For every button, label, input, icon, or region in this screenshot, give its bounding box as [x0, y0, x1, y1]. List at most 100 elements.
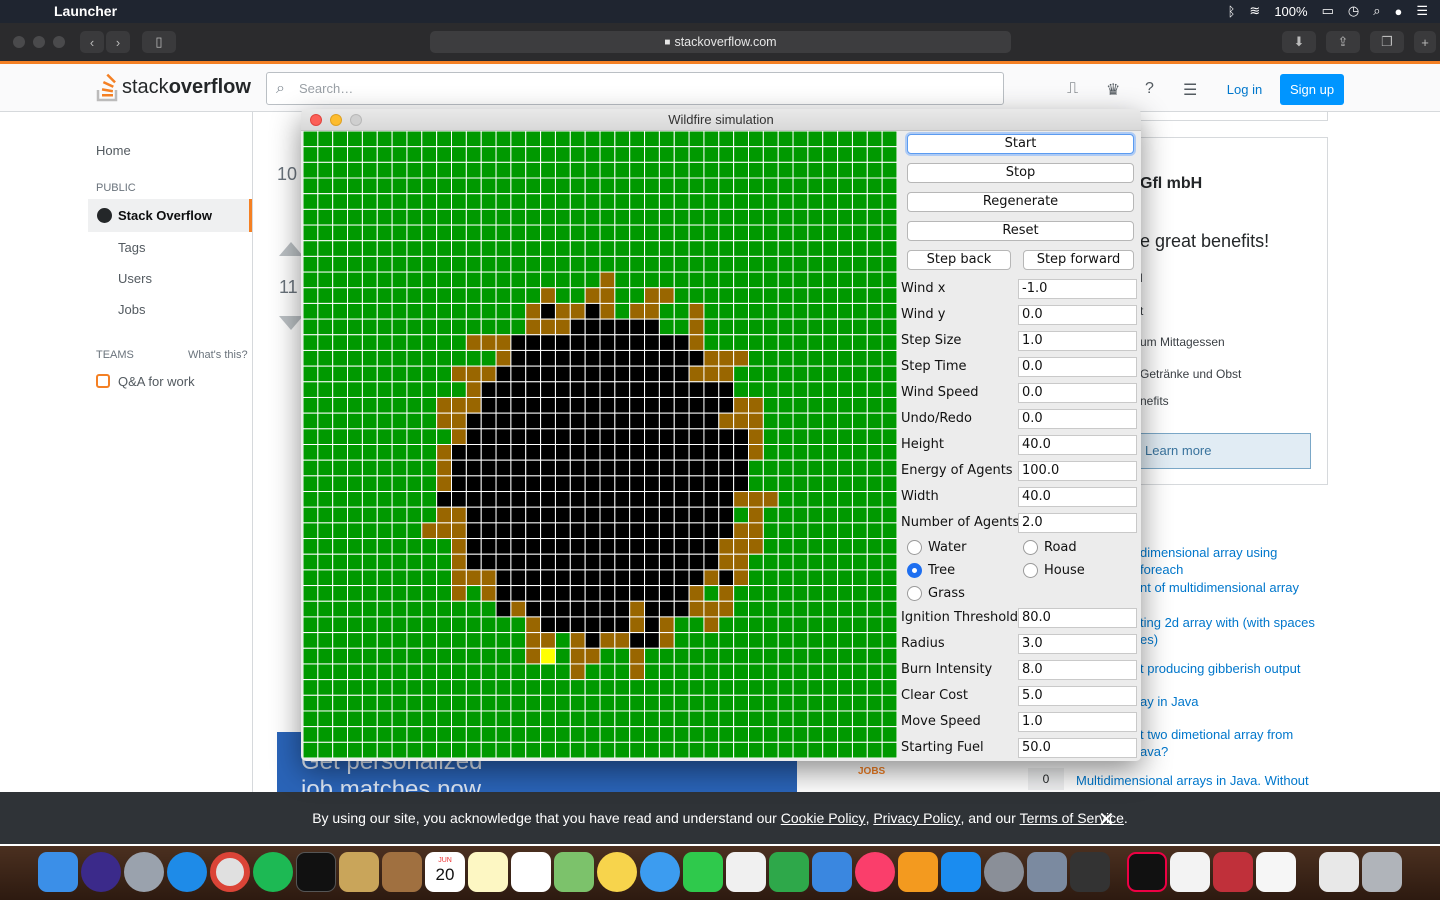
grid-cell-tree[interactable] — [777, 522, 794, 540]
grid-cell-burnt[interactable] — [644, 381, 660, 398]
grid-cell-burnt[interactable] — [525, 459, 542, 477]
grid-cell-tree[interactable] — [881, 131, 897, 148]
grid-cell-tree[interactable] — [748, 177, 764, 195]
grid-cell-tree[interactable] — [332, 255, 349, 273]
grid-cell-tree[interactable] — [792, 161, 809, 179]
grid-cell-tree[interactable] — [792, 396, 809, 414]
grid-cell-burnt[interactable] — [465, 459, 482, 477]
grid-cell-burnt[interactable] — [599, 491, 616, 508]
grid-cell-tree[interactable] — [451, 240, 467, 257]
image-capture-icon[interactable] — [1027, 852, 1067, 892]
grid-cell-tree[interactable] — [303, 349, 319, 367]
grid-cell-burning[interactable] — [658, 616, 675, 634]
grid-cell-tree[interactable] — [881, 428, 897, 446]
grid-cell-burnt[interactable] — [673, 365, 690, 383]
grid-cell-tree[interactable] — [792, 334, 809, 351]
grid-cell-tree[interactable] — [480, 318, 497, 336]
grid-cell-tree[interactable] — [421, 396, 438, 414]
grid-cell-tree[interactable] — [881, 491, 897, 508]
grid-cell-tree[interactable] — [718, 726, 735, 743]
grid-cell-burnt[interactable] — [599, 616, 616, 634]
grid-cell-tree[interactable] — [391, 694, 408, 712]
grid-cell-tree[interactable] — [361, 647, 378, 665]
grid-cell-burnt[interactable] — [703, 459, 720, 477]
wifi-icon[interactable]: ≋ — [1249, 3, 1260, 19]
close-button[interactable] — [310, 114, 322, 126]
grid-cell-tree[interactable] — [733, 741, 749, 758]
grid-cell-tree[interactable] — [303, 208, 319, 226]
grid-cell-tree[interactable] — [361, 193, 378, 210]
grid-cell-tree[interactable] — [822, 459, 839, 477]
grid-cell-burnt[interactable] — [554, 396, 571, 414]
grid-cell-tree[interactable] — [361, 741, 378, 758]
grid-cell-tree[interactable] — [807, 177, 824, 195]
grid-cell-tree[interactable] — [376, 146, 393, 163]
chrome-icon[interactable] — [210, 852, 250, 892]
grid-cell-burning[interactable] — [703, 569, 720, 587]
grid-cell-tree[interactable] — [421, 381, 438, 398]
grid-cell-tree[interactable] — [303, 240, 319, 257]
grid-cell-tree[interactable] — [303, 663, 319, 681]
grid-cell-tree[interactable] — [525, 193, 542, 210]
grid-cell-tree[interactable] — [361, 177, 378, 195]
grid-cell-tree[interactable] — [495, 146, 512, 163]
grid-cell-burnt[interactable] — [540, 334, 556, 351]
grid-cell-tree[interactable] — [866, 741, 883, 758]
grid-cell-tree[interactable] — [480, 647, 497, 665]
grid-cell-tree[interactable] — [614, 177, 631, 195]
grid-cell-tree[interactable] — [421, 318, 438, 336]
grid-cell-tree[interactable] — [391, 287, 408, 304]
grid-cell-tree[interactable] — [554, 131, 571, 148]
grid-cell-tree[interactable] — [317, 710, 334, 728]
grid-cell-tree[interactable] — [451, 302, 467, 320]
grid-cell-tree[interactable] — [347, 318, 363, 336]
grid-cell-tree[interactable] — [332, 302, 349, 320]
grid-cell-tree[interactable] — [718, 177, 735, 195]
grid-cell-tree[interactable] — [332, 334, 349, 351]
grid-cell-burnt[interactable] — [554, 522, 571, 540]
grid-cell-tree[interactable] — [644, 663, 660, 681]
grid-cell-tree[interactable] — [762, 381, 779, 398]
grid-cell-tree[interactable] — [807, 553, 824, 571]
grid-cell-tree[interactable] — [748, 459, 764, 477]
grid-cell-tree[interactable] — [733, 365, 749, 383]
grid-cell-tree[interactable] — [347, 444, 363, 461]
grid-cell-burnt[interactable] — [599, 444, 616, 461]
grid-cell-tree[interactable] — [376, 177, 393, 195]
grid-cell-burning[interactable] — [451, 522, 467, 540]
grid-cell-burnt[interactable] — [540, 381, 556, 398]
grid-cell-tree[interactable] — [525, 255, 542, 273]
grid-cell-burnt[interactable] — [495, 475, 512, 493]
grid-cell-tree[interactable] — [837, 240, 853, 257]
grid-cell-tree[interactable] — [361, 131, 378, 148]
grid-cell-tree[interactable] — [614, 647, 631, 665]
grid-cell-tree[interactable] — [718, 741, 735, 758]
grid-cell-tree[interactable] — [748, 726, 764, 743]
grid-cell-burnt[interactable] — [495, 428, 512, 446]
grid-cell-burning[interactable] — [569, 663, 586, 681]
grid-cell-tree[interactable] — [436, 287, 452, 304]
reminders-icon[interactable] — [511, 852, 551, 892]
grid-cell-tree[interactable] — [451, 318, 467, 336]
grid-cell-burnt[interactable] — [629, 475, 646, 493]
grid-cell-tree[interactable] — [317, 679, 334, 696]
grid-cell-tree[interactable] — [718, 161, 735, 179]
grid-cell-tree[interactable] — [851, 506, 868, 524]
grid-cell-tree[interactable] — [851, 334, 868, 351]
grid-cell-burnt[interactable] — [525, 585, 542, 602]
grid-cell-tree[interactable] — [718, 632, 735, 649]
grid-cell-tree[interactable] — [495, 193, 512, 210]
grid-cell-tree[interactable] — [703, 208, 720, 226]
grid-cell-tree[interactable] — [391, 334, 408, 351]
grid-cell-tree[interactable] — [495, 131, 512, 148]
grid-cell-burnt[interactable] — [614, 412, 631, 430]
grid-cell-tree[interactable] — [391, 365, 408, 383]
grid-cell-tree[interactable] — [465, 710, 482, 728]
grid-cell-tree[interactable] — [733, 679, 749, 696]
mail-icon[interactable] — [339, 852, 379, 892]
grid-cell-tree[interactable] — [406, 663, 423, 681]
grid-cell-tree[interactable] — [540, 193, 556, 210]
grid-cell-tree[interactable] — [391, 177, 408, 195]
grid-cell-burnt[interactable] — [673, 522, 690, 540]
grid-cell-tree[interactable] — [421, 491, 438, 508]
